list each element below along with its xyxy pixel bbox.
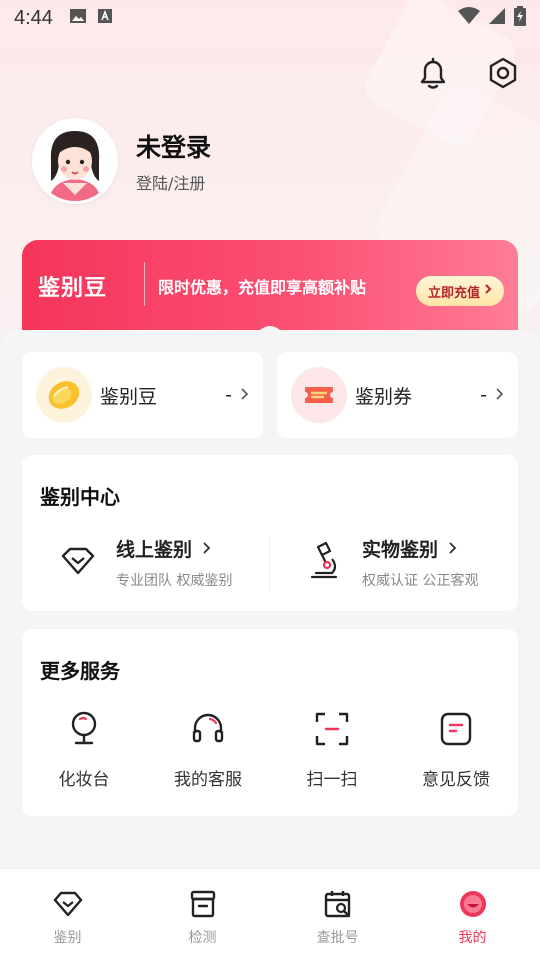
online-authentication-title: 线上鉴别 xyxy=(116,539,193,561)
recharge-banner[interactable]: 鉴别豆 限时优惠，充值即享高额补贴 立即充值 xyxy=(22,240,518,332)
physical-authentication-item[interactable]: 实物鉴别 权威认证 公正客观 xyxy=(304,535,478,590)
wallet-coupons-value: - xyxy=(480,384,487,406)
image-icon xyxy=(69,8,87,28)
settings-gear-icon[interactable] xyxy=(486,54,520,92)
mirror-icon xyxy=(64,709,104,749)
authentication-center-section: 鉴别中心 线上鉴别 专业团队 权威鉴别 实物鉴别 权威认证 公正客观 xyxy=(22,455,518,611)
chevron-right-icon xyxy=(484,283,492,299)
box-icon xyxy=(186,887,220,921)
microscope-icon xyxy=(304,541,344,581)
battery-icon xyxy=(514,6,526,30)
banner-logo: 鉴别豆 xyxy=(38,276,108,301)
calendar-search-icon xyxy=(321,887,355,921)
profile-name[interactable]: 未登录 xyxy=(136,128,211,164)
coupon-ticket-icon xyxy=(291,367,347,423)
bean-coin-icon xyxy=(36,367,92,423)
banner-promo-text: 限时优惠，充值即享高额补贴 xyxy=(158,278,367,297)
wallet-beans-value: - xyxy=(225,384,232,406)
wallet-coupons-label: 鉴别券 xyxy=(355,385,413,408)
nav-label: 检测 xyxy=(188,930,217,946)
service-feedback-label: 意见反馈 xyxy=(422,770,490,790)
avatar[interactable] xyxy=(32,118,118,204)
diamond-icon xyxy=(51,887,85,921)
scan-icon xyxy=(312,709,352,749)
login-register-link[interactable]: 登陆/注册 xyxy=(136,170,211,194)
section-title: 更多服务 xyxy=(40,659,120,683)
recharge-button-label: 立即充值 xyxy=(427,285,480,301)
chevron-right-icon xyxy=(240,384,249,406)
service-customer-support-label: 我的客服 xyxy=(174,770,242,790)
profile-icon xyxy=(456,887,490,921)
chevron-right-icon xyxy=(495,384,504,406)
chevron-right-icon xyxy=(448,538,457,560)
font-icon xyxy=(97,8,113,28)
nav-label: 鉴别 xyxy=(53,930,82,946)
notification-bell-icon[interactable] xyxy=(416,54,450,92)
diamond-icon xyxy=(58,541,98,581)
section-title: 鉴别中心 xyxy=(40,485,120,509)
wallet-beans-label: 鉴别豆 xyxy=(100,385,158,408)
status-time: 4:44 xyxy=(14,6,53,29)
service-vanity-mirror-label: 化妆台 xyxy=(58,770,110,790)
physical-authentication-title: 实物鉴别 xyxy=(362,539,439,561)
physical-authentication-subtitle: 权威认证 公正客观 xyxy=(362,573,479,589)
profile-page: 4:44 未登录 登陆/注册 鉴别豆 限时优惠，充值即享高额补贴 立即充值 鉴别… xyxy=(0,0,540,960)
status-bar: 4:44 xyxy=(0,0,540,36)
chevron-right-icon xyxy=(202,538,211,560)
nav-tab-detect[interactable]: 检测 xyxy=(135,869,270,960)
service-vanity-mirror[interactable]: 化妆台 xyxy=(22,709,146,790)
nav-label: 查批号 xyxy=(316,930,359,946)
feedback-icon xyxy=(436,709,476,749)
online-authentication-item[interactable]: 线上鉴别 专业团队 权威鉴别 xyxy=(58,535,232,590)
signal-icon xyxy=(488,7,506,29)
recharge-button[interactable]: 立即充值 xyxy=(416,276,504,306)
service-scan-label: 扫一扫 xyxy=(306,770,358,790)
service-feedback[interactable]: 意见反馈 xyxy=(394,709,518,790)
more-services-section: 更多服务 化妆台 我的客服 扫一扫 意见反馈 xyxy=(22,629,518,816)
nav-label: 我的 xyxy=(458,930,487,946)
service-customer-support[interactable]: 我的客服 xyxy=(146,709,270,790)
nav-tab-batch-lookup[interactable]: 查批号 xyxy=(270,869,405,960)
wallet-coupons-card[interactable]: 鉴别券 - xyxy=(277,352,518,438)
bottom-navigation: 鉴别 检测 查批号 我的 xyxy=(0,868,540,960)
service-scan[interactable]: 扫一扫 xyxy=(270,709,394,790)
nav-tab-me[interactable]: 我的 xyxy=(405,869,540,960)
nav-tab-authenticate[interactable]: 鉴别 xyxy=(0,869,135,960)
online-authentication-subtitle: 专业团队 权威鉴别 xyxy=(116,573,233,589)
headset-icon xyxy=(188,709,228,749)
profile-header[interactable]: 未登录 登陆/注册 xyxy=(32,118,211,204)
wifi-icon xyxy=(458,7,480,29)
wallet-beans-card[interactable]: 鉴别豆 - xyxy=(22,352,263,438)
